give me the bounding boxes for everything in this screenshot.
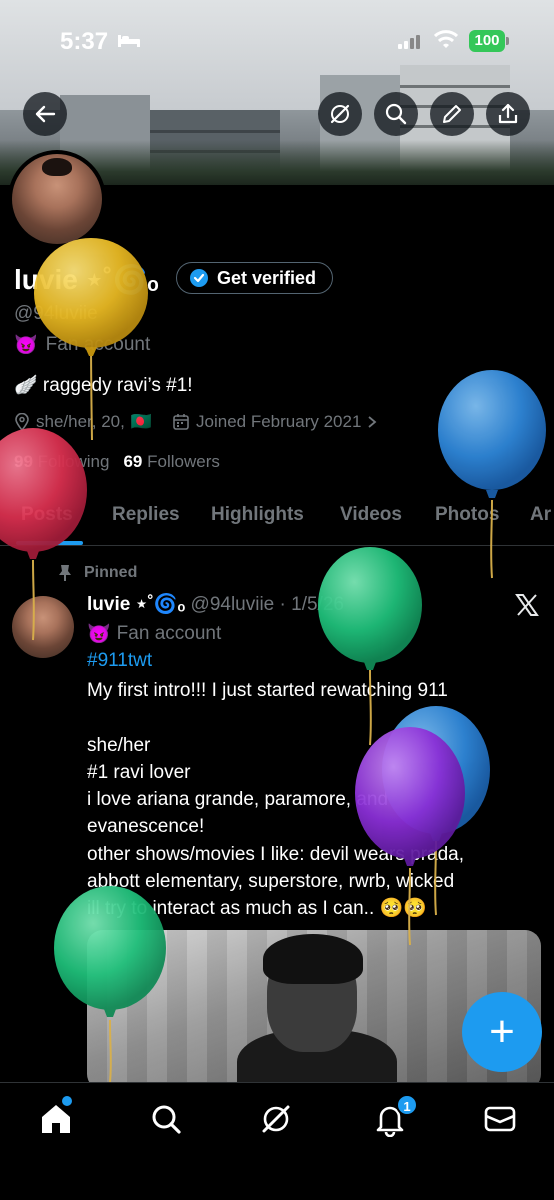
tab-photos[interactable]: Photos [435, 504, 499, 526]
following-link[interactable]: 99 Following [14, 452, 109, 472]
compose-button[interactable]: + [462, 992, 542, 1072]
joined-date: Joined February 2021 [196, 412, 362, 431]
post-line: ill try to interact as much as I can.. 🥺… [87, 898, 427, 920]
profile-bio: 🪽 raggedy ravi’s #1! [14, 375, 193, 396]
notifications-badge: 1 [396, 1094, 418, 1116]
profile-tabs: Posts Replies Highlights Videos Photos A… [0, 490, 554, 546]
home-unread-dot [62, 1096, 72, 1106]
status-time: 5:37 [60, 28, 109, 55]
battery-tip [506, 37, 509, 45]
pencil-icon [443, 105, 461, 123]
home-icon[interactable] [38, 1101, 74, 1137]
avatar-photo [12, 154, 102, 244]
following-label: Following [37, 452, 110, 471]
grok-button[interactable] [318, 92, 362, 136]
profile-avatar[interactable] [8, 150, 106, 248]
followers-label: Followers [147, 452, 220, 471]
following-count: 99 [14, 452, 33, 471]
back-button[interactable] [23, 92, 67, 136]
get-verified-button[interactable]: Get verified [176, 262, 334, 294]
balloon-blue [438, 370, 546, 579]
profile-meta: she/her, 20, 🇧🇩 Joined February 2021 [14, 412, 377, 432]
get-verified-label: Get verified [217, 267, 317, 288]
fan-account-label[interactable]: 😈 Fan account [14, 333, 150, 357]
followers-count: 69 [123, 452, 143, 471]
verified-check-icon [190, 269, 208, 287]
share-icon [498, 103, 518, 124]
post-fan-label: 😈 Fan account [87, 622, 221, 646]
bottom-nav [0, 1082, 554, 1200]
wifi-icon [434, 30, 458, 48]
post-handle-date: @94luviie · 1/5/26 [190, 594, 344, 615]
sleep-focus-icon [118, 35, 140, 47]
edit-button[interactable] [430, 92, 474, 136]
cellular-signal-icon [398, 35, 422, 49]
post-line: i love ariana grande, paramore, and [87, 789, 389, 811]
post-line: #1 ravi lover [87, 761, 191, 783]
flag-emoji: 🇧🇩 [130, 412, 153, 431]
search-icon[interactable] [148, 1101, 184, 1137]
post-line: My first intro!!! I just started rewatch… [87, 680, 448, 701]
active-tab-indicator [16, 541, 83, 545]
post-line: abbott elementary, superstore, rwrb, wic… [87, 871, 455, 893]
post-text: My first intro!!! I just started rewatch… [87, 677, 537, 923]
mail-icon[interactable] [482, 1101, 518, 1137]
post-line: other shows/movies I like: devil wears p… [87, 843, 464, 865]
mask-icon: 😈 [87, 624, 111, 645]
pin-icon [59, 565, 71, 581]
post-hashtag[interactable]: #911twt [87, 650, 152, 672]
pinned-label: Pinned [58, 564, 137, 582]
pinned-text: Pinned [84, 564, 138, 581]
tab-replies[interactable]: Replies [112, 504, 180, 526]
search-button[interactable] [374, 92, 418, 136]
banner-window-row [150, 130, 280, 133]
followers-link[interactable]: 69 Followers [123, 452, 219, 472]
grok-icon[interactable] [258, 1101, 294, 1137]
post-line: she/her [87, 734, 151, 756]
post-line [87, 704, 537, 731]
tab-videos[interactable]: Videos [340, 504, 402, 526]
post-line: evanescence! [87, 816, 205, 838]
battery-indicator: 100 [469, 30, 505, 52]
post-fan-text: Fan account [116, 623, 222, 644]
pronouns-text: she/her, 20, [36, 412, 125, 431]
search-icon [385, 103, 407, 125]
post-header: luvie ⋆˚🌀ₒ @94luviie · 1/5/26 [87, 592, 344, 616]
arrow-left-icon [35, 105, 56, 123]
tab-highlights[interactable]: Highlights [211, 504, 304, 526]
post-avatar[interactable] [12, 596, 74, 658]
tab-articles[interactable]: Ar [530, 504, 551, 526]
mask-icon: 😈 [14, 335, 38, 356]
grok-icon [330, 104, 350, 124]
share-button[interactable] [486, 92, 530, 136]
banner-window-row [400, 85, 510, 88]
profile-handle: @94luviie [14, 303, 98, 324]
x-logo-icon[interactable] [514, 592, 540, 618]
location-pin-icon [15, 413, 29, 431]
display-name: luvie ⋆˚🌀ₒ [14, 264, 159, 295]
fan-account-text: Fan account [45, 334, 151, 355]
post-author-name[interactable]: luvie ⋆˚🌀ₒ [87, 594, 185, 615]
chevron-right-icon[interactable] [367, 415, 377, 429]
calendar-icon [173, 414, 189, 430]
image-figure-hair [263, 934, 363, 984]
tab-posts[interactable]: Posts [21, 504, 73, 526]
status-bar: 5:37 100 [0, 0, 554, 80]
compose-plus-icon: + [489, 1007, 515, 1056]
follow-counts: 99 Following 69 Followers [14, 452, 220, 472]
